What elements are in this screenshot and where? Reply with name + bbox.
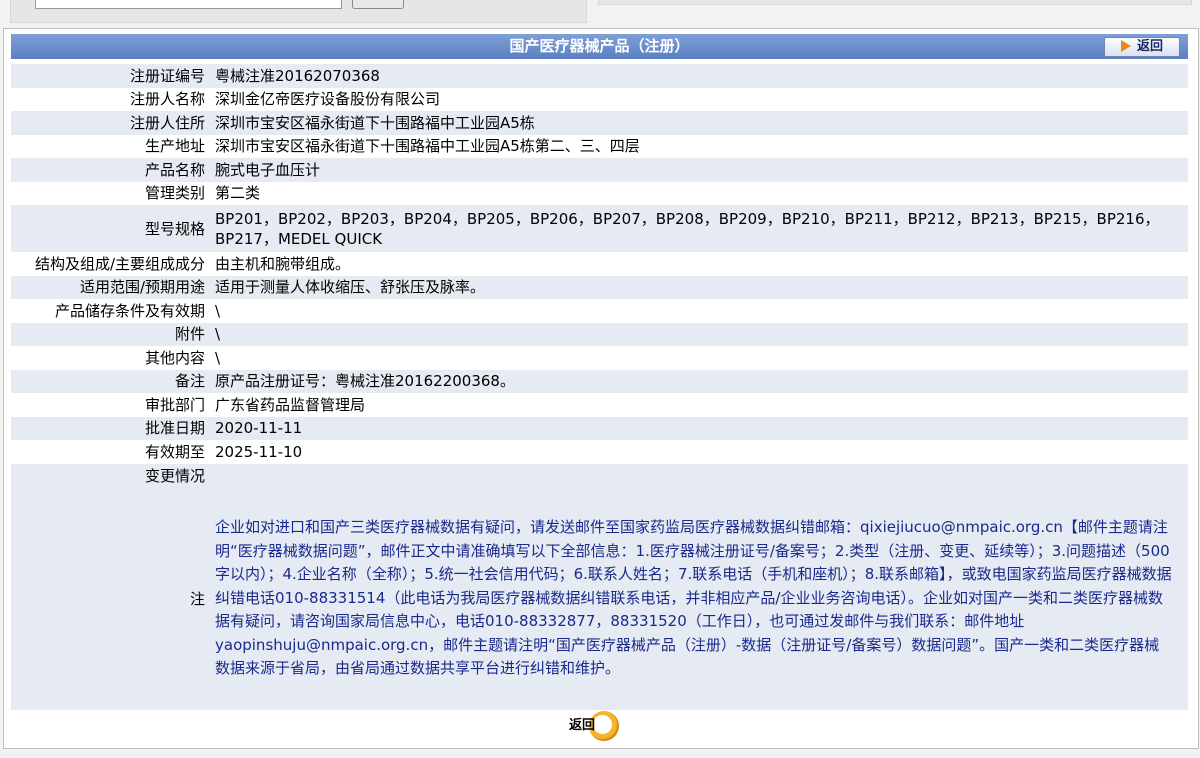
- field-value: 广东省药品监督管理局: [215, 395, 366, 414]
- search-input[interactable]: [35, 0, 342, 9]
- table-row: 附件 \: [11, 322, 1188, 346]
- field-label: 附件: [174, 325, 205, 344]
- table-row: 审批部门 广东省药品监督管理局: [11, 393, 1188, 417]
- table-row: 生产地址 深圳市宝安区福永街道下十围路福中工业园A5栋第二、三、四层: [11, 135, 1188, 159]
- search-button[interactable]: [352, 0, 404, 9]
- back-button-top[interactable]: 返回: [1104, 37, 1180, 57]
- table-row: 型号规格 BP201，BP202，BP203，BP204，BP205，BP206…: [11, 205, 1188, 252]
- table-row: 变更情况: [11, 463, 1188, 488]
- note-text: 企业如对进口和国产三类医疗器械数据有疑问，请发送邮件至国家药监局医疗器械数据纠错…: [215, 518, 1172, 678]
- field-label: 注册证编号: [129, 66, 205, 85]
- table-row: 注册人住所 深圳市宝安区福永街道下十围路福中工业园A5栋: [11, 111, 1188, 135]
- field-value: 由主机和腕带组成。: [215, 254, 351, 273]
- field-value: 深圳金亿帝医疗设备股份有限公司: [215, 90, 441, 109]
- field-label: 变更情况: [144, 466, 205, 485]
- table-row: 批准日期 2020-11-11: [11, 416, 1188, 440]
- page-title: 国产医疗器械产品（注册）: [509, 37, 690, 55]
- side-panel: [598, 0, 1192, 5]
- page-title-bar: 国产医疗器械产品（注册） 返回: [11, 34, 1188, 59]
- field-label: 结构及组成/主要组成成分: [34, 254, 205, 273]
- field-value: \: [215, 348, 221, 367]
- field-value: BP201，BP202，BP203，BP204，BP205，BP206，BP20…: [215, 209, 1160, 248]
- table-row: 产品储存条件及有效期 \: [11, 299, 1188, 323]
- detail-panel: 国产医疗器械产品（注册） 返回 注册证编号 粤械注准20162070368 注册…: [3, 28, 1199, 749]
- field-value: \: [215, 301, 221, 320]
- field-value: 第二类: [215, 184, 261, 203]
- field-value: \: [215, 325, 221, 344]
- note-row: 注 企业如对进口和国产三类医疗器械数据有疑问，请发送邮件至国家药监局医疗器械数据…: [11, 487, 1188, 710]
- table-row: 注册人名称 深圳金亿帝医疗设备股份有限公司: [11, 88, 1188, 112]
- field-value: 2020-11-11: [215, 419, 303, 438]
- table-row: 结构及组成/主要组成成分 由主机和腕带组成。: [11, 252, 1188, 276]
- field-label: 注册人住所: [129, 113, 205, 132]
- field-value: 原产品注册证号：粤械注准20162200368。: [215, 372, 515, 391]
- back-label: 返回: [1136, 39, 1163, 54]
- field-value: 粤械注准20162070368: [215, 66, 380, 85]
- table-row: 备注 原产品注册证号：粤械注准20162200368。: [11, 369, 1188, 393]
- table-row: 其他内容 \: [11, 346, 1188, 370]
- field-value: 深圳市宝安区福永街道下十围路福中工业园A5栋: [215, 113, 535, 132]
- field-label: 产品储存条件及有效期: [54, 301, 205, 320]
- field-label: 批准日期: [144, 419, 205, 438]
- arrow-right-icon: [1120, 40, 1131, 52]
- field-label: 型号规格: [144, 219, 205, 238]
- field-value: 适用于测量人体收缩压、舒张压及脉率。: [215, 278, 486, 297]
- table-row: 管理类别 第二类: [11, 182, 1188, 206]
- table-row: 适用范围/预期用途 适用于测量人体收缩压、舒张压及脉率。: [11, 275, 1188, 299]
- field-label: 管理类别: [144, 184, 205, 203]
- detail-table: 注册证编号 粤械注准20162070368 注册人名称 深圳金亿帝医疗设备股份有…: [11, 64, 1188, 710]
- table-row: 有效期至 2025-11-10: [11, 440, 1188, 464]
- field-label: 备注: [174, 372, 205, 391]
- field-label: 有效期至: [144, 442, 205, 461]
- field-label: 生产地址: [144, 137, 205, 156]
- field-label: 产品名称: [144, 160, 205, 179]
- field-value: 腕式电子血压计: [215, 160, 321, 179]
- field-label: 审批部门: [144, 395, 205, 414]
- back-button-bottom[interactable]: 返回: [567, 709, 625, 743]
- note-label: 注: [189, 590, 205, 608]
- table-row: 产品名称 腕式电子血压计: [11, 158, 1188, 182]
- field-label: 注册人名称: [129, 90, 205, 109]
- field-value: 深圳市宝安区福永街道下十围路福中工业园A5栋第二、三、四层: [215, 137, 640, 156]
- field-label: 其他内容: [144, 348, 205, 367]
- field-value: 2025-11-10: [215, 442, 303, 461]
- field-label: 适用范围/预期用途: [79, 278, 205, 297]
- back-label: 返回: [569, 718, 596, 733]
- table-row: 注册证编号 粤械注准20162070368: [11, 64, 1188, 88]
